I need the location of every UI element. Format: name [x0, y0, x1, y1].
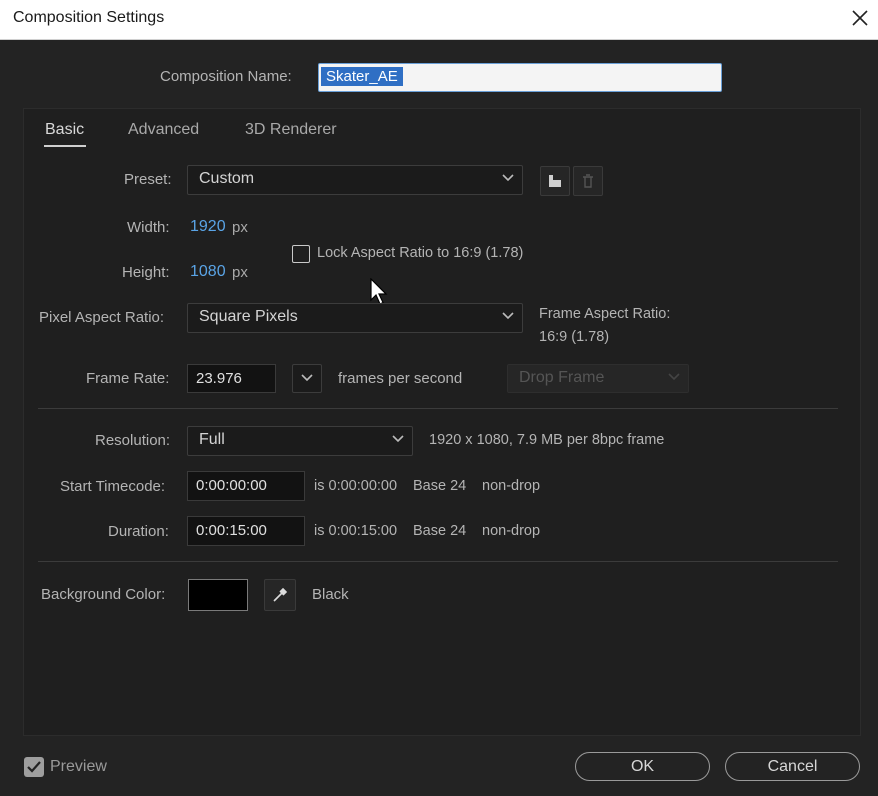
- tab-active-indicator: [44, 145, 86, 147]
- start-timecode-label: Start Timecode:: [60, 478, 166, 495]
- drop-frame-dropdown: Drop Frame: [507, 364, 689, 393]
- height-value[interactable]: 1080: [190, 263, 226, 281]
- composition-name-value: Skater_AE: [321, 67, 403, 86]
- start-timecode-value: 0:00:00:00: [196, 477, 267, 494]
- save-preset-icon: [549, 175, 561, 187]
- checkmark-icon: [27, 761, 41, 773]
- close-button[interactable]: [846, 4, 874, 32]
- resolution-label: Resolution:: [95, 432, 171, 449]
- lock-aspect-checkbox[interactable]: [292, 245, 310, 263]
- tab-basic[interactable]: Basic: [45, 121, 84, 139]
- drop-frame-value: Drop Frame: [519, 369, 605, 386]
- resolution-dropdown[interactable]: Full: [187, 426, 413, 456]
- duration-value: 0:00:15:00: [196, 522, 267, 539]
- duration-base: Base 24: [413, 523, 467, 539]
- frame-rate-label: Frame Rate:: [86, 370, 170, 387]
- width-label: Width:: [127, 219, 170, 236]
- frame-aspect-label: Frame Aspect Ratio:: [539, 306, 671, 322]
- settings-panel: [23, 108, 861, 736]
- chevron-down-icon: [502, 174, 514, 182]
- start-timecode-base: Base 24: [413, 478, 467, 494]
- frame-rate-input[interactable]: 23.976: [187, 364, 276, 393]
- chevron-down-icon: [502, 312, 514, 320]
- tab-advanced[interactable]: Advanced: [128, 121, 199, 139]
- height-label: Height:: [122, 264, 170, 281]
- delete-preset-button[interactable]: [573, 166, 603, 196]
- preview-checkbox[interactable]: [24, 757, 44, 777]
- eyedropper-button[interactable]: [264, 579, 296, 611]
- frame-rate-value: 23.976: [196, 370, 242, 387]
- chevron-down-icon: [301, 374, 313, 382]
- mouse-cursor-icon: [370, 278, 388, 305]
- save-preset-button[interactable]: [540, 166, 570, 196]
- frame-rate-unit: frames per second: [338, 370, 463, 387]
- start-timecode-mode: non-drop: [482, 478, 541, 494]
- duration-mode: non-drop: [482, 523, 541, 539]
- cancel-button[interactable]: Cancel: [725, 752, 860, 781]
- duration-input[interactable]: 0:00:15:00: [187, 516, 305, 546]
- chevron-down-icon: [392, 435, 404, 443]
- pixel-aspect-dropdown[interactable]: Square Pixels: [187, 303, 523, 333]
- width-value[interactable]: 1920: [190, 218, 226, 236]
- background-color-name: Black: [312, 586, 349, 603]
- start-timecode-input[interactable]: 0:00:00:00: [187, 471, 305, 501]
- trash-icon: [583, 174, 593, 188]
- duration-label: Duration:: [108, 523, 169, 540]
- preset-dropdown[interactable]: Custom: [187, 165, 523, 195]
- window-title: Composition Settings: [13, 9, 165, 26]
- divider: [38, 561, 838, 562]
- chevron-down-icon: [668, 373, 680, 381]
- background-color-swatch[interactable]: [188, 579, 248, 611]
- preview-label: Preview: [50, 758, 107, 775]
- width-unit: px: [232, 219, 248, 236]
- close-icon: [852, 10, 868, 26]
- background-color-label: Background Color:: [41, 586, 166, 603]
- ok-button[interactable]: OK: [575, 752, 710, 781]
- tab-3d-renderer[interactable]: 3D Renderer: [245, 121, 337, 139]
- preset-value: Custom: [199, 170, 255, 187]
- divider: [38, 408, 838, 409]
- frame-aspect-value: 16:9 (1.78): [539, 329, 610, 345]
- composition-name-label: Composition Name:: [160, 68, 292, 85]
- pixel-aspect-value: Square Pixels: [199, 308, 298, 325]
- composition-name-input[interactable]: Skater_AE: [318, 63, 722, 92]
- eyedropper-icon: [273, 587, 288, 602]
- resolution-value: Full: [199, 431, 225, 448]
- height-unit: px: [232, 264, 248, 281]
- start-timecode-is: is 0:00:00:00: [314, 478, 398, 494]
- resolution-info: 1920 x 1080, 7.9 MB per 8bpc frame: [429, 432, 665, 448]
- preset-label: Preset:: [124, 171, 172, 188]
- duration-is: is 0:00:15:00: [314, 523, 398, 539]
- lock-aspect-label: Lock Aspect Ratio to 16:9 (1.78): [317, 245, 524, 261]
- frame-rate-dropdown[interactable]: [292, 364, 322, 393]
- pixel-aspect-label: Pixel Aspect Ratio:: [39, 309, 165, 326]
